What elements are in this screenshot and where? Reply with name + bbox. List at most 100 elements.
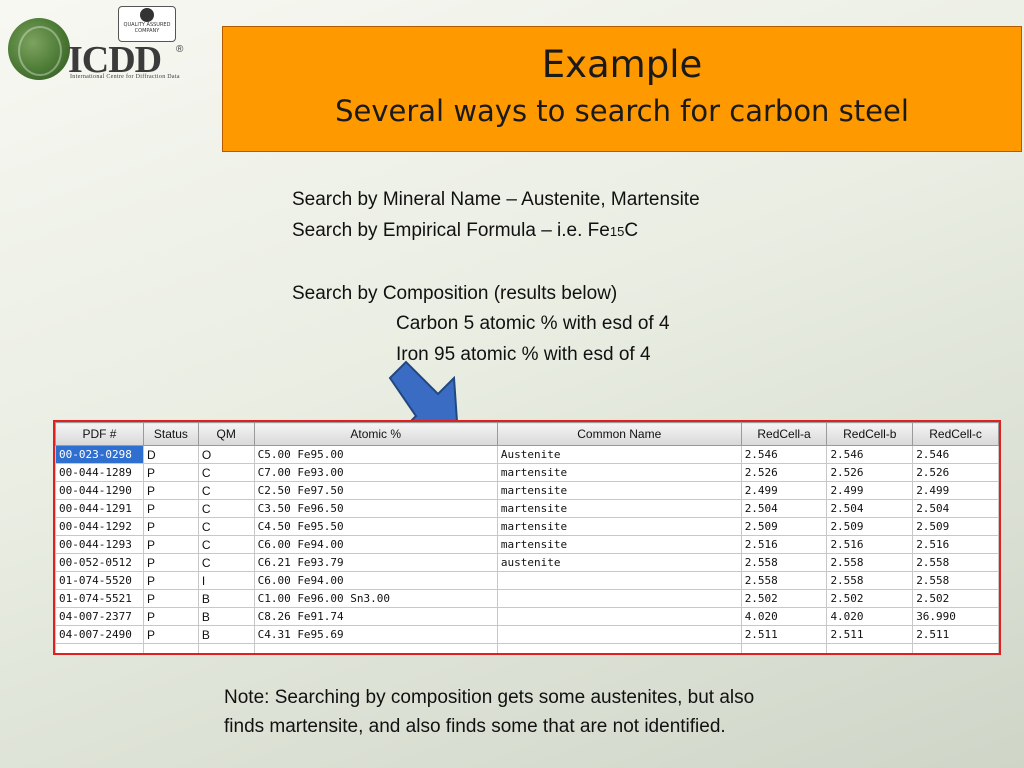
table-cell[interactable]: martensite (496, 481, 742, 500)
col-header-pdf[interactable]: PDF # (55, 422, 144, 446)
table-cell[interactable]: martensite (496, 535, 742, 554)
table-row[interactable]: 00-044-1289 P C C7.00 Fe93.00 martensite 2.52… (55, 463, 999, 482)
table-row[interactable]: 01-074-5521 P B C1.00 Fe96.00 Sn3.00 2.502 2.… (55, 589, 999, 608)
table-row[interactable]: 04-007-2377 P B C8.26 Fe91.74 4.020 4.020 36.9… (55, 607, 999, 626)
table-cell[interactable]: C5.00 Fe95.00 (253, 445, 498, 464)
table-cell[interactable]: C6.21 Fe93.79 (253, 553, 498, 572)
table-cell[interactable]: C (197, 481, 255, 500)
table-cell[interactable]: C8.26 Fe91.74 (253, 607, 498, 626)
table-cell[interactable]: C4.31 Fe95.69 (253, 625, 498, 644)
col-header-common-name[interactable]: Common Name (496, 422, 742, 446)
table-cell[interactable]: O (197, 445, 255, 464)
table-cell[interactable]: C6.00 Fe94.00 (253, 571, 498, 590)
table-cell[interactable]: 2.516 (740, 535, 828, 554)
table-cell[interactable]: Austenite (496, 445, 742, 464)
table-cell[interactable]: 00-044-1293 (55, 535, 144, 554)
table-cell[interactable]: P (142, 535, 199, 554)
table-cell[interactable]: 2.509 (740, 517, 828, 536)
table-cell[interactable]: 2.499 (826, 481, 914, 500)
table-cell[interactable]: 2.511 (826, 625, 914, 644)
table-cell[interactable]: P (142, 589, 199, 608)
table-cell[interactable]: 36.990 (912, 607, 999, 626)
table-cell[interactable]: P (142, 625, 199, 644)
table-cell[interactable]: martensite (496, 517, 742, 536)
table-cell[interactable]: 2.526 (912, 463, 999, 482)
col-header-qm[interactable]: QM (197, 422, 255, 446)
table-cell[interactable]: 01-074-5520 (55, 571, 144, 590)
table-cell[interactable]: martensite (496, 499, 742, 518)
table-cell[interactable]: 2.546 (912, 445, 999, 464)
table-row[interactable]: 04-007-2490 P B C4.31 Fe95.69 2.511 2.511 2.51… (55, 625, 999, 644)
table-cell[interactable]: 2.546 (826, 445, 914, 464)
table-cell[interactable]: C (197, 517, 255, 536)
table-cell[interactable]: C2.50 Fe97.50 (253, 481, 498, 500)
results-table[interactable]: PDF # Status QM Atomic % Common Name Red… (53, 420, 1001, 655)
table-cell[interactable]: 2.499 (912, 481, 999, 500)
col-header-status[interactable]: Status (142, 422, 199, 446)
table-cell[interactable]: 2.558 (826, 571, 914, 590)
table-row[interactable]: 00-044-1290 P C C2.50 Fe97.50 martensite 2.49… (55, 481, 999, 500)
table-cell[interactable]: 00-023-0298 (55, 445, 144, 464)
table-cell[interactable]: 2.511 (912, 625, 999, 644)
table-cell[interactable]: 00-052-0512 (55, 553, 144, 572)
table-cell[interactable]: 2.504 (740, 499, 828, 518)
table-cell[interactable]: 2.502 (826, 589, 914, 608)
table-cell[interactable]: 2.516 (826, 535, 914, 554)
table-cell[interactable]: 00-044-1292 (55, 517, 144, 536)
table-cell[interactable] (496, 571, 742, 590)
table-cell[interactable]: P (142, 481, 199, 500)
table-row[interactable]: 00-044-1291 P C C3.50 Fe96.50 martensite 2.50… (55, 499, 999, 518)
table-cell[interactable]: 2.558 (740, 571, 828, 590)
table-cell[interactable]: 2.558 (912, 553, 999, 572)
table-cell[interactable]: 2.516 (912, 535, 999, 554)
table-cell[interactable]: austenite (496, 553, 742, 572)
col-header-atomic[interactable]: Atomic % (253, 422, 498, 446)
table-cell[interactable]: 2.526 (740, 463, 828, 482)
table-row[interactable]: 00-052-0512 P C C6.21 Fe93.79 austenite 2.558… (55, 553, 999, 572)
table-cell[interactable]: 2.499 (740, 481, 828, 500)
table-cell[interactable]: P (142, 499, 199, 518)
table-cell[interactable]: B (197, 625, 255, 644)
table-cell[interactable]: 2.502 (740, 589, 828, 608)
table-cell[interactable]: 01-074-5521 (55, 589, 144, 608)
table-cell[interactable]: 2.558 (912, 571, 999, 590)
table-cell[interactable]: B (197, 589, 255, 608)
table-cell[interactable]: P (142, 463, 199, 482)
table-cell[interactable]: 2.502 (912, 589, 999, 608)
table-cell[interactable]: C7.00 Fe93.00 (253, 463, 498, 482)
table-cell[interactable]: 2.558 (740, 553, 828, 572)
table-cell[interactable]: 2.546 (740, 445, 828, 464)
table-cell[interactable]: 04-007-2490 (55, 625, 144, 644)
table-cell[interactable]: 2.504 (912, 499, 999, 518)
table-cell[interactable]: 4.020 (740, 607, 828, 626)
table-cell[interactable] (496, 607, 742, 626)
table-cell[interactable]: C6.00 Fe94.00 (253, 535, 498, 554)
table-row[interactable]: 00-044-1293 P C C6.00 Fe94.00 martensite 2.51… (55, 535, 999, 554)
table-cell[interactable]: 4.020 (826, 607, 914, 626)
table-cell[interactable]: P (142, 571, 199, 590)
table-cell[interactable]: C4.50 Fe95.50 (253, 517, 498, 536)
table-cell[interactable]: P (142, 607, 199, 626)
table-cell[interactable]: 04-007-2377 (55, 607, 144, 626)
table-cell[interactable]: 2.504 (826, 499, 914, 518)
table-cell[interactable]: P (142, 517, 199, 536)
table-cell[interactable]: P (142, 553, 199, 572)
table-row[interactable]: 00-044-1292 P C C4.50 Fe95.50 martensite 2.50… (55, 517, 999, 536)
table-cell[interactable]: C3.50 Fe96.50 (253, 499, 498, 518)
table-cell[interactable] (496, 589, 742, 608)
table-cell[interactable]: 00-044-1291 (55, 499, 144, 518)
table-cell[interactable]: martensite (496, 463, 742, 482)
table-cell[interactable]: 2.511 (740, 625, 828, 644)
table-cell[interactable]: D (142, 445, 199, 464)
table-row[interactable]: 00-023-0298 D O C5.00 Fe95.00 Austenite 2.546… (55, 445, 999, 464)
table-cell[interactable]: 00-044-1290 (55, 481, 144, 500)
col-header-redcell-a[interactable]: RedCell-a (740, 422, 828, 446)
col-header-redcell-b[interactable]: RedCell-b (826, 422, 914, 446)
table-cell[interactable]: 2.509 (826, 517, 914, 536)
table-cell[interactable]: C (197, 499, 255, 518)
table-row[interactable]: 01-074-5520 P I C6.00 Fe94.00 2.558 2.558 2.55… (55, 571, 999, 590)
table-cell[interactable]: C (197, 553, 255, 572)
table-cell[interactable]: C (197, 535, 255, 554)
table-cell[interactable]: B (197, 607, 255, 626)
table-cell[interactable]: I (197, 571, 255, 590)
